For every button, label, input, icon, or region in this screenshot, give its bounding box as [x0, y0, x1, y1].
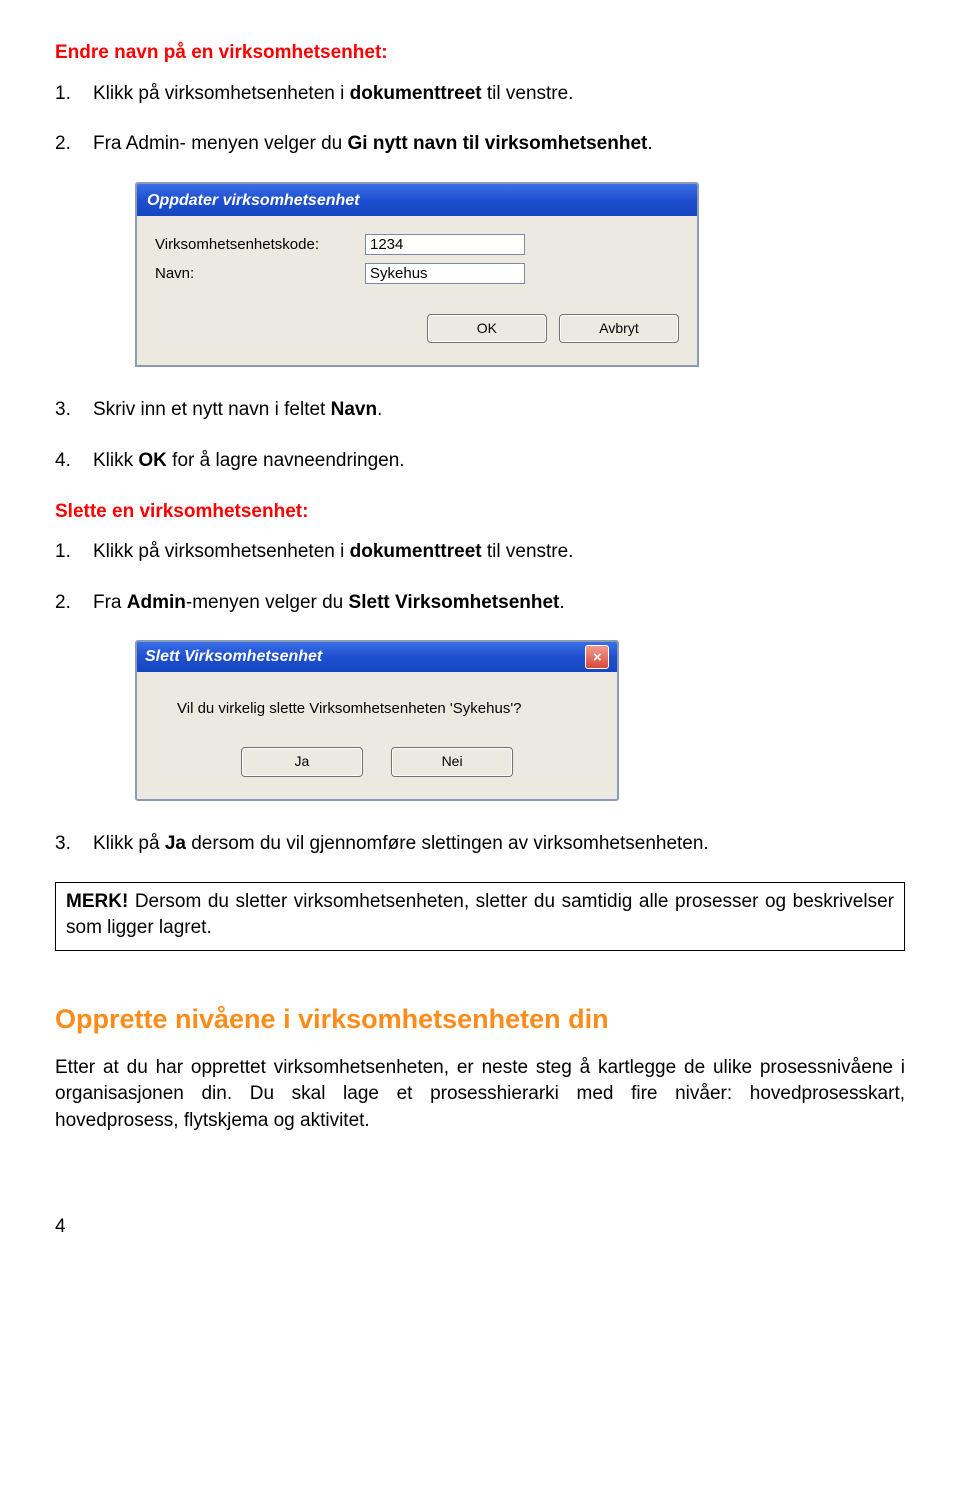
step-text: Fra Admin- menyen velger du: [93, 133, 348, 154]
dialog-titlebar: Slett Virksomhetsenhet ×: [137, 642, 617, 672]
step-text: .: [647, 133, 652, 154]
list-item: 4. Klikk OK for å lagre navneendringen.: [55, 448, 905, 475]
dialog-delete-wrap: Slett Virksomhetsenhet × Vil du virkelig…: [135, 640, 905, 801]
dialog-body: Virksomhetsenhetskode: Navn: OK Avbryt: [137, 216, 697, 366]
step-text: .: [377, 399, 382, 420]
step-number: 3.: [55, 397, 71, 424]
input-code[interactable]: [365, 234, 525, 255]
step-number: 1.: [55, 539, 71, 566]
delete-steps: 1. Klikk på virksomhetsenheten i dokumen…: [55, 539, 905, 616]
dialog-titlebar: Oppdater virksomhetsenhet: [137, 184, 697, 216]
step-number: 2.: [55, 131, 71, 158]
rename-steps: 1. Klikk på virksomhetsenheten i dokumen…: [55, 81, 905, 158]
list-item: 1. Klikk på virksomhetsenheten i dokumen…: [55, 539, 905, 566]
dialog-delete: Slett Virksomhetsenhet × Vil du virkelig…: [135, 640, 619, 801]
step-text: .: [559, 592, 564, 613]
step-text: til venstre.: [482, 83, 574, 104]
step-number: 2.: [55, 590, 71, 617]
heading-rename: Endre navn på en virksomhetsenhet:: [55, 40, 905, 67]
cancel-button[interactable]: Avbryt: [559, 314, 679, 344]
page-number: 4: [55, 1214, 905, 1241]
note-label: MERK!: [66, 891, 128, 912]
step-number: 1.: [55, 81, 71, 108]
no-button[interactable]: Nei: [391, 747, 513, 777]
step-number: 3.: [55, 831, 71, 858]
dialog-message: Vil du virkelig slette Virksomhetsenhete…: [159, 698, 595, 719]
step-bold: dokumenttreet: [350, 541, 482, 562]
step-bold: dokumenttreet: [350, 83, 482, 104]
section-body: Etter at du har opprettet virksomhetsenh…: [55, 1055, 905, 1135]
note-text: Dersom du sletter virksomhetsenheten, sl…: [66, 891, 894, 939]
dialog-update: Oppdater virksomhetsenhet Virksomhetsenh…: [135, 182, 699, 368]
list-item: 3. Skriv inn et nytt navn i feltet Navn.: [55, 397, 905, 424]
step-bold: OK: [138, 450, 167, 471]
delete-steps-after: 3. Klikk på Ja dersom du vil gjennomføre…: [55, 831, 905, 858]
list-item: 3. Klikk på Ja dersom du vil gjennomføre…: [55, 831, 905, 858]
step-bold: Gi nytt navn til virksomhetsenhet: [348, 133, 648, 154]
input-name[interactable]: [365, 263, 525, 284]
list-item: 2. Fra Admin-menyen velger du Slett Virk…: [55, 590, 905, 617]
step-bold: Navn: [331, 399, 377, 420]
step-text: Fra: [93, 592, 127, 613]
heading-delete: Slette en virksomhetsenhet:: [55, 499, 905, 526]
step-text: til venstre.: [482, 541, 574, 562]
dialog-title-text: Slett Virksomhetsenhet: [145, 646, 322, 668]
step-text: Klikk på virksomhetsenheten i: [93, 83, 350, 104]
step-text: for å lagre navneendringen.: [167, 450, 405, 471]
step-text: Klikk på virksomhetsenheten i: [93, 541, 350, 562]
rename-steps-after: 3. Skriv inn et nytt navn i feltet Navn.…: [55, 397, 905, 474]
step-text: -menyen velger du: [186, 592, 349, 613]
label-name: Navn:: [155, 263, 365, 284]
label-code: Virksomhetsenhetskode:: [155, 234, 365, 255]
note-box: MERK! Dersom du sletter virksomhetsenhet…: [55, 882, 905, 951]
ok-button[interactable]: OK: [427, 314, 547, 344]
section-heading: Opprette nivåene i virksomhetsenheten di…: [55, 1001, 905, 1039]
list-item: 2. Fra Admin- menyen velger du Gi nytt n…: [55, 131, 905, 158]
step-bold: Ja: [165, 833, 186, 854]
list-item: 1. Klikk på virksomhetsenheten i dokumen…: [55, 81, 905, 108]
yes-button[interactable]: Ja: [241, 747, 363, 777]
step-text: Klikk på: [93, 833, 165, 854]
step-bold: Slett Virksomhetsenhet: [349, 592, 560, 613]
step-bold: Admin: [127, 592, 186, 613]
step-number: 4.: [55, 448, 71, 475]
close-icon[interactable]: ×: [585, 645, 609, 669]
step-text: Skriv inn et nytt navn i feltet: [93, 399, 331, 420]
dialog-body: Vil du virkelig slette Virksomhetsenhete…: [137, 672, 617, 799]
step-text: Klikk: [93, 450, 138, 471]
dialog-update-wrap: Oppdater virksomhetsenhet Virksomhetsenh…: [135, 182, 905, 368]
step-text: dersom du vil gjennomføre slettingen av …: [186, 833, 709, 854]
